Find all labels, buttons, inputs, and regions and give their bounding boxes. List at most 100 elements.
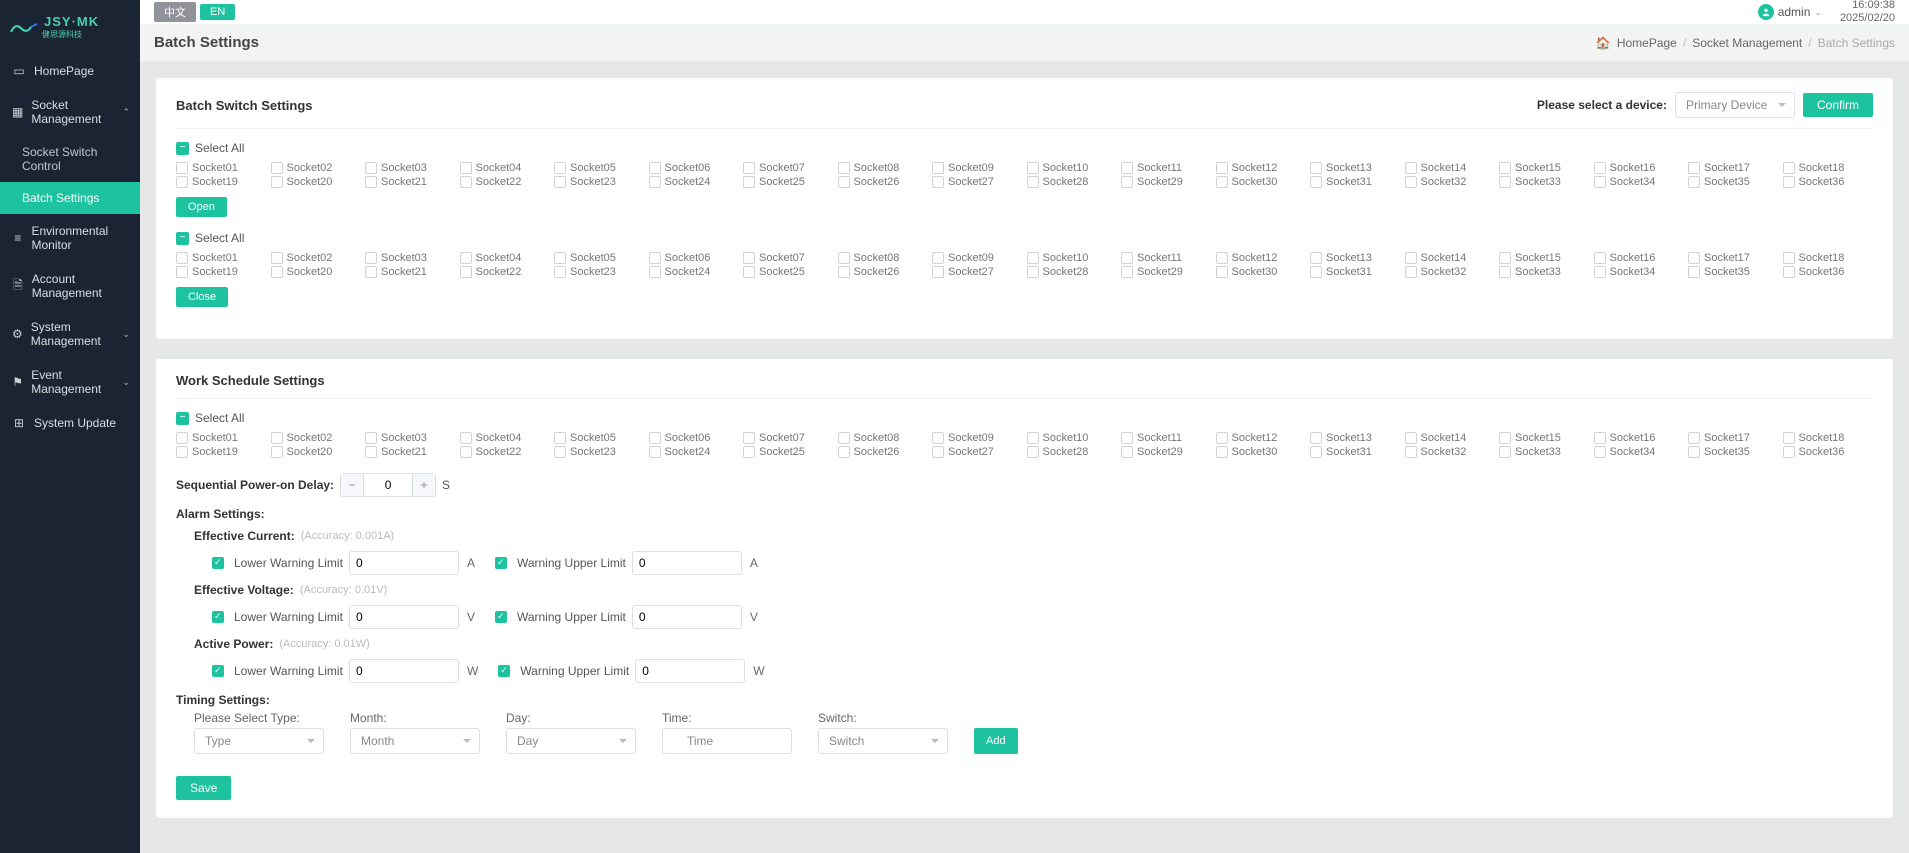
socket-checkbox[interactable]: Socket36 [1783,445,1874,459]
socket-checkbox[interactable]: Socket36 [1783,175,1874,189]
socket-checkbox[interactable]: Socket20 [271,265,362,279]
stepper-plus[interactable]: + [413,474,435,496]
user-menu[interactable]: admin ⌄ [1758,4,1822,20]
socket-checkbox[interactable]: Socket21 [365,175,456,189]
socket-checkbox[interactable]: Socket13 [1310,251,1401,265]
nav-batch-settings[interactable]: Batch Settings [0,182,140,214]
socket-checkbox[interactable]: Socket04 [460,161,551,175]
socket-checkbox[interactable]: Socket01 [176,431,267,445]
socket-checkbox[interactable]: Socket21 [365,445,456,459]
socket-checkbox[interactable]: Socket30 [1216,265,1307,279]
socket-checkbox[interactable]: Socket34 [1594,175,1685,189]
voltage-lower-checkbox[interactable] [212,611,224,623]
nav-environmental-monitor[interactable]: ≡ Environmental Monitor [0,214,140,262]
confirm-button[interactable]: Confirm [1803,93,1873,117]
socket-checkbox[interactable]: Socket03 [365,251,456,265]
socket-checkbox[interactable]: Socket13 [1310,161,1401,175]
socket-checkbox[interactable]: Socket26 [838,445,929,459]
socket-checkbox[interactable]: Socket22 [460,445,551,459]
socket-checkbox[interactable]: Socket09 [932,431,1023,445]
socket-checkbox[interactable]: Socket18 [1783,431,1874,445]
stepper-minus[interactable]: − [341,474,363,496]
socket-checkbox[interactable]: Socket04 [460,431,551,445]
socket-checkbox[interactable]: Socket07 [743,431,834,445]
open-button[interactable]: Open [176,197,227,217]
socket-checkbox[interactable]: Socket18 [1783,251,1874,265]
nav-system-management[interactable]: ⚙ System Management ⌄ [0,310,140,358]
socket-checkbox[interactable]: Socket12 [1216,161,1307,175]
power-lower-input[interactable] [349,659,459,683]
socket-checkbox[interactable]: Socket24 [649,445,740,459]
socket-checkbox[interactable]: Socket35 [1688,445,1779,459]
power-lower-checkbox[interactable] [212,665,224,677]
voltage-upper-input[interactable] [632,605,742,629]
socket-checkbox[interactable]: Socket17 [1688,251,1779,265]
month-select[interactable]: Month [350,728,480,754]
socket-checkbox[interactable]: Socket35 [1688,175,1779,189]
power-upper-input[interactable] [635,659,745,683]
socket-checkbox[interactable]: Socket06 [649,431,740,445]
current-upper-input[interactable] [632,551,742,575]
socket-checkbox[interactable]: Socket26 [838,175,929,189]
socket-checkbox[interactable]: Socket10 [1027,161,1118,175]
socket-checkbox[interactable]: Socket28 [1027,265,1118,279]
socket-checkbox[interactable]: Socket10 [1027,251,1118,265]
socket-checkbox[interactable]: Socket05 [554,431,645,445]
current-upper-checkbox[interactable] [495,557,507,569]
nav-socket-switch-control[interactable]: Socket Switch Control [0,136,140,182]
socket-checkbox[interactable]: Socket01 [176,161,267,175]
socket-checkbox[interactable]: Socket07 [743,251,834,265]
socket-checkbox[interactable]: Socket20 [271,175,362,189]
socket-checkbox[interactable]: Socket09 [932,161,1023,175]
socket-checkbox[interactable]: Socket16 [1594,251,1685,265]
socket-checkbox[interactable]: Socket32 [1405,265,1496,279]
socket-checkbox[interactable]: Socket10 [1027,431,1118,445]
current-lower-checkbox[interactable] [212,557,224,569]
socket-checkbox[interactable]: Socket23 [554,175,645,189]
socket-checkbox[interactable]: Socket11 [1121,161,1212,175]
socket-checkbox[interactable]: Socket28 [1027,445,1118,459]
socket-checkbox[interactable]: Socket26 [838,265,929,279]
socket-checkbox[interactable]: Socket06 [649,251,740,265]
socket-checkbox[interactable]: Socket16 [1594,431,1685,445]
socket-checkbox[interactable]: Socket08 [838,251,929,265]
socket-checkbox[interactable]: Socket31 [1310,445,1401,459]
socket-checkbox[interactable]: Socket16 [1594,161,1685,175]
socket-checkbox[interactable]: Socket14 [1405,431,1496,445]
socket-checkbox[interactable]: Socket02 [271,251,362,265]
socket-checkbox[interactable]: Socket05 [554,161,645,175]
socket-checkbox[interactable]: Socket03 [365,161,456,175]
socket-checkbox[interactable]: Socket17 [1688,431,1779,445]
socket-checkbox[interactable]: Socket25 [743,175,834,189]
socket-checkbox[interactable]: Socket13 [1310,431,1401,445]
socket-checkbox[interactable]: Socket23 [554,445,645,459]
socket-checkbox[interactable]: Socket19 [176,445,267,459]
socket-checkbox[interactable]: Socket33 [1499,265,1590,279]
nav-socket-management[interactable]: ▦ Socket Management ⌃ [0,88,140,136]
select-all-schedule-checkbox[interactable]: − [176,412,189,425]
socket-checkbox[interactable]: Socket14 [1405,251,1496,265]
socket-checkbox[interactable]: Socket08 [838,161,929,175]
socket-checkbox[interactable]: Socket27 [932,175,1023,189]
power-upper-checkbox[interactable] [498,665,510,677]
socket-checkbox[interactable]: Socket15 [1499,161,1590,175]
socket-checkbox[interactable]: Socket32 [1405,445,1496,459]
select-all-close-checkbox[interactable]: − [176,232,189,245]
socket-checkbox[interactable]: Socket21 [365,265,456,279]
nav-system-update[interactable]: ⊞ System Update [0,406,140,440]
socket-checkbox[interactable]: Socket11 [1121,431,1212,445]
crumb-home[interactable]: HomePage [1617,36,1677,50]
socket-checkbox[interactable]: Socket29 [1121,175,1212,189]
socket-checkbox[interactable]: Socket15 [1499,431,1590,445]
socket-checkbox[interactable]: Socket19 [176,265,267,279]
socket-checkbox[interactable]: Socket36 [1783,265,1874,279]
socket-checkbox[interactable]: Socket07 [743,161,834,175]
socket-checkbox[interactable]: Socket30 [1216,445,1307,459]
current-lower-input[interactable] [349,551,459,575]
socket-checkbox[interactable]: Socket27 [932,445,1023,459]
lang-en-button[interactable]: EN [200,4,235,20]
lang-cn-button[interactable]: 中文 [154,2,196,22]
day-select[interactable]: Day [506,728,636,754]
time-input[interactable]: Time [662,728,792,754]
socket-checkbox[interactable]: Socket35 [1688,265,1779,279]
